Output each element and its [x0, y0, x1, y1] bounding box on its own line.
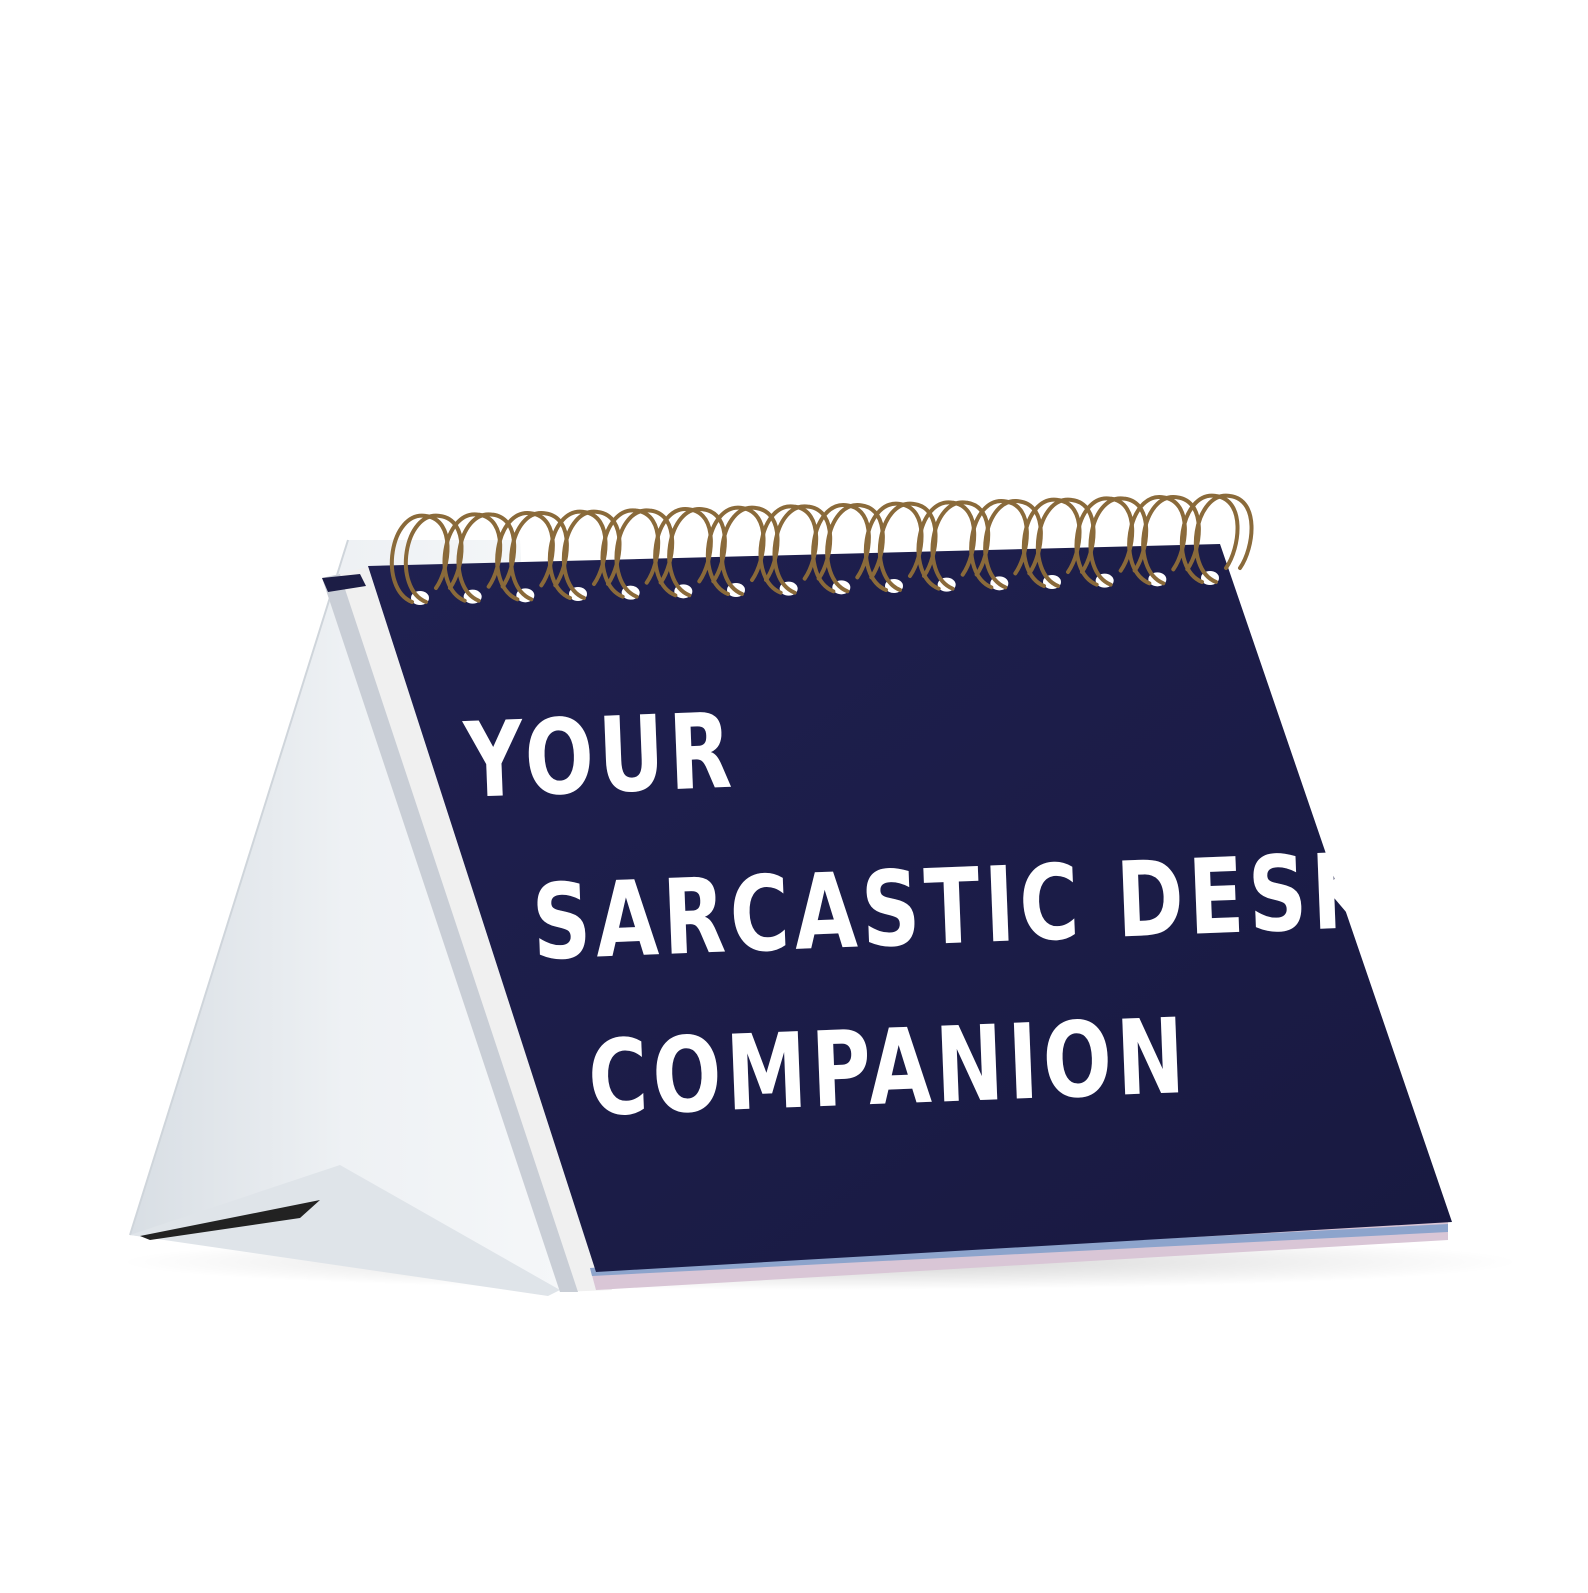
cover-title-line-1: YOUR: [462, 689, 739, 822]
desk-calendar-illustration: [120, 493, 1520, 1296]
cover-title-line-3: COMPANION: [586, 994, 1192, 1140]
product-photo: YOUR SARCASTIC DESK COMPANION: [0, 0, 1588, 1588]
